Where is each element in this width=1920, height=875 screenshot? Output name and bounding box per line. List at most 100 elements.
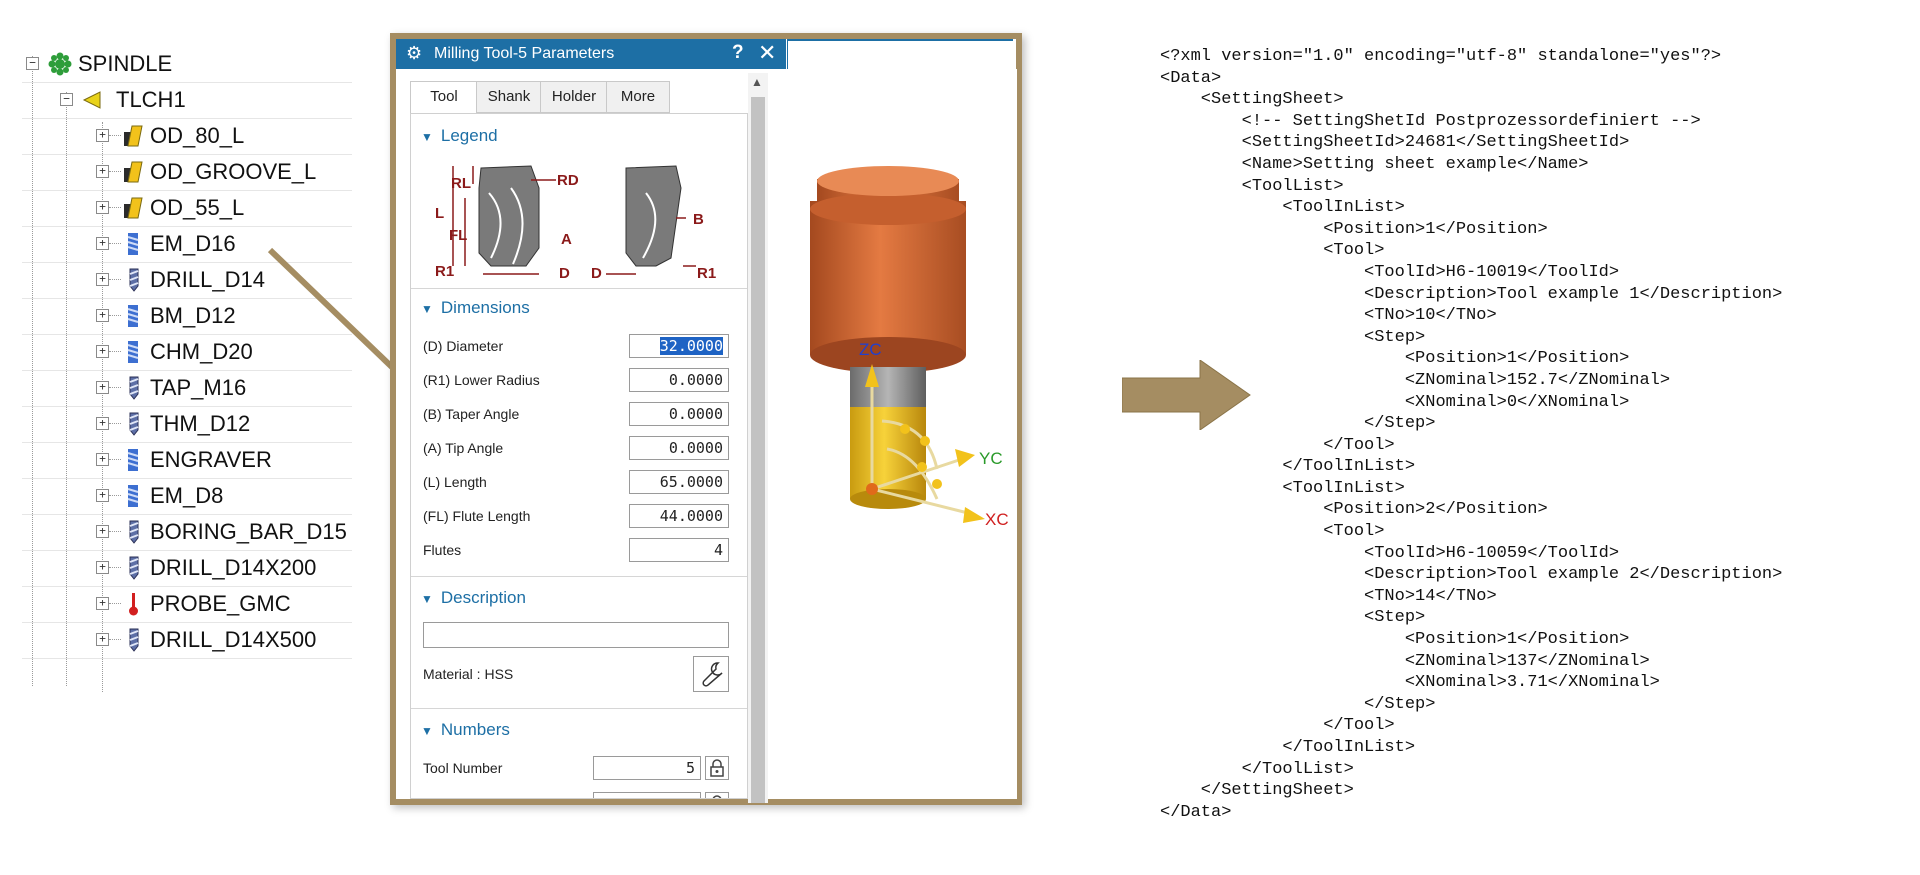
dimensions-section-header[interactable]: ▼ Dimensions — [421, 298, 530, 318]
tree-node-spindle[interactable]: − SPINDLE — [22, 46, 352, 83]
dimension-input[interactable]: 44.0000 — [629, 504, 729, 528]
numbers-section-header[interactable]: ▼ Numbers — [421, 720, 510, 740]
dimension-input[interactable]: 0.0000 — [629, 436, 729, 460]
close-button[interactable]: ✕ — [758, 40, 776, 66]
expand-toggle[interactable]: + — [96, 309, 109, 322]
dimension-value: 65.0000 — [659, 473, 723, 491]
expand-toggle[interactable]: + — [96, 417, 109, 430]
dimension-label: (R1) Lower Radius — [423, 372, 540, 388]
expand-toggle[interactable]: + — [96, 597, 109, 610]
tree-node-tool[interactable]: + DRILL_D14X500 — [22, 622, 352, 659]
expand-toggle[interactable]: + — [96, 129, 109, 142]
panel-scrollbar[interactable]: ▲ — [748, 73, 768, 803]
tree-node-tool[interactable]: + THM_D12 — [22, 406, 352, 443]
tree-node-holder[interactable]: − TLCH1 — [22, 82, 352, 119]
xml-line: <TNo>14</TNo> — [1160, 586, 1497, 606]
expand-toggle[interactable]: + — [96, 453, 109, 466]
tree-node-tool[interactable]: + EM_D16 — [22, 226, 352, 263]
tree-node-label: PROBE_GMC — [150, 591, 291, 616]
xml-setting-sheet: <?xml version="1.0" encoding="utf-8" sta… — [1160, 46, 1900, 823]
number-input[interactable]: 5 — [593, 756, 701, 780]
tree-node-tool[interactable]: + OD_GROOVE_L — [22, 154, 352, 191]
xml-line: <Position>1</Position> — [1160, 630, 1630, 650]
tree-node-tool[interactable]: + DRILL_D14 — [22, 262, 352, 299]
expand-toggle[interactable]: + — [96, 237, 109, 250]
tree-connector — [109, 315, 121, 316]
tab-holder[interactable]: Holder — [540, 81, 608, 113]
xml-line: <Step> — [1160, 327, 1426, 347]
description-section-header[interactable]: ▼ Description — [421, 588, 526, 608]
xml-line: <?xml version="1.0" encoding="utf-8" sta… — [1160, 47, 1722, 66]
material-library-button[interactable] — [693, 656, 729, 692]
endmill-icon — [122, 484, 144, 508]
drill-icon — [122, 268, 144, 292]
xml-line: <Position>2</Position> — [1160, 500, 1548, 520]
expand-toggle[interactable]: + — [96, 273, 109, 286]
tree-node-label: TLCH1 — [116, 87, 186, 112]
xml-line: <Tool> — [1160, 241, 1385, 261]
xml-line: </ToolInList> — [1160, 738, 1416, 757]
tree-node-tool[interactable]: + DRILL_D14X200 — [22, 550, 352, 587]
tab-shank[interactable]: Shank — [476, 81, 542, 113]
legend-section-header[interactable]: ▼ Legend — [421, 126, 498, 146]
tree-node-label: CHM_D20 — [150, 339, 253, 364]
dimension-value: 0.0000 — [668, 371, 723, 389]
lock-icon[interactable] — [705, 792, 729, 798]
number-input[interactable]: 1 — [593, 792, 701, 798]
tree-node-tool[interactable]: + OD_55_L — [22, 190, 352, 227]
tree-node-tool[interactable]: + EM_D8 — [22, 478, 352, 515]
tree-node-label: OD_GROOVE_L — [150, 159, 317, 184]
endmill-icon — [122, 304, 144, 328]
tree-node-tool[interactable]: + TAP_M16 — [22, 370, 352, 407]
xml-line: <ToolId>H6-10059</ToolId> — [1160, 543, 1620, 563]
tree-connector — [109, 495, 121, 496]
tree-node-tool[interactable]: + ENGRAVER — [22, 442, 352, 479]
collapse-toggle[interactable]: − — [26, 57, 39, 70]
collapse-triangle-icon: ▼ — [421, 724, 433, 738]
xml-line: <Description>Tool example 1</Description… — [1160, 284, 1783, 304]
tree-node-tool[interactable]: + CHM_D20 — [22, 334, 352, 371]
help-button[interactable]: ? — [732, 42, 744, 64]
xml-line: </Data> — [1160, 802, 1232, 822]
tool-parameters-panel: ▼ Legend RL RD L FL A R1 D B D R1 ▼ Dime… — [410, 113, 748, 799]
dimension-input[interactable]: 0.0000 — [629, 368, 729, 392]
collapse-toggle[interactable]: − — [60, 93, 73, 106]
xml-line: </Tool> — [1160, 716, 1395, 736]
lock-icon[interactable] — [705, 756, 729, 780]
tool-3d-preview[interactable]: ZC YC XC — [787, 69, 1017, 799]
legend-label-rl: RL — [451, 175, 471, 192]
dimension-input[interactable]: 65.0000 — [629, 470, 729, 494]
legend-label-r1-2: R1 — [697, 265, 716, 278]
dimension-value: 44.0000 — [659, 507, 723, 525]
expand-toggle[interactable]: + — [96, 561, 109, 574]
description-input[interactable] — [423, 622, 729, 648]
tab-more[interactable]: More — [606, 81, 670, 113]
tab-tool[interactable]: Tool — [410, 81, 478, 114]
dimension-input[interactable]: 32.0000 — [629, 334, 729, 358]
xml-line: </Step> — [1160, 694, 1436, 714]
expand-toggle[interactable]: + — [96, 633, 109, 646]
section-title: Legend — [440, 126, 498, 145]
tree-node-tool[interactable]: + OD_80_L — [22, 118, 352, 155]
xml-line: <ToolList> — [1160, 176, 1344, 196]
expand-toggle[interactable]: + — [96, 201, 109, 214]
dimension-input[interactable]: 0.0000 — [629, 402, 729, 426]
tree-connector — [109, 207, 121, 208]
xml-line: <SettingSheet> — [1160, 90, 1344, 110]
expand-toggle[interactable]: + — [96, 525, 109, 538]
expand-toggle[interactable]: + — [96, 165, 109, 178]
tree-node-tool[interactable]: + PROBE_GMC — [22, 586, 352, 623]
expand-toggle[interactable]: + — [96, 381, 109, 394]
dialog-titlebar[interactable]: ⚙ Milling Tool-5 Parameters ? ✕ — [396, 39, 786, 69]
expand-toggle[interactable]: + — [96, 345, 109, 358]
tree-node-tool[interactable]: + BM_D12 — [22, 298, 352, 335]
material-label: Material : HSS — [423, 666, 514, 682]
dimension-input[interactable]: 4 — [629, 538, 729, 562]
xml-line: <ZNominal>137</ZNominal> — [1160, 651, 1650, 671]
scroll-up-icon[interactable]: ▲ — [751, 75, 763, 89]
tree-connector — [109, 171, 121, 172]
scroll-thumb[interactable] — [751, 97, 765, 803]
tree-node-tool[interactable]: + BORING_BAR_D15 — [22, 514, 352, 551]
tree-node-label: TAP_M16 — [150, 375, 247, 400]
expand-toggle[interactable]: + — [96, 489, 109, 502]
